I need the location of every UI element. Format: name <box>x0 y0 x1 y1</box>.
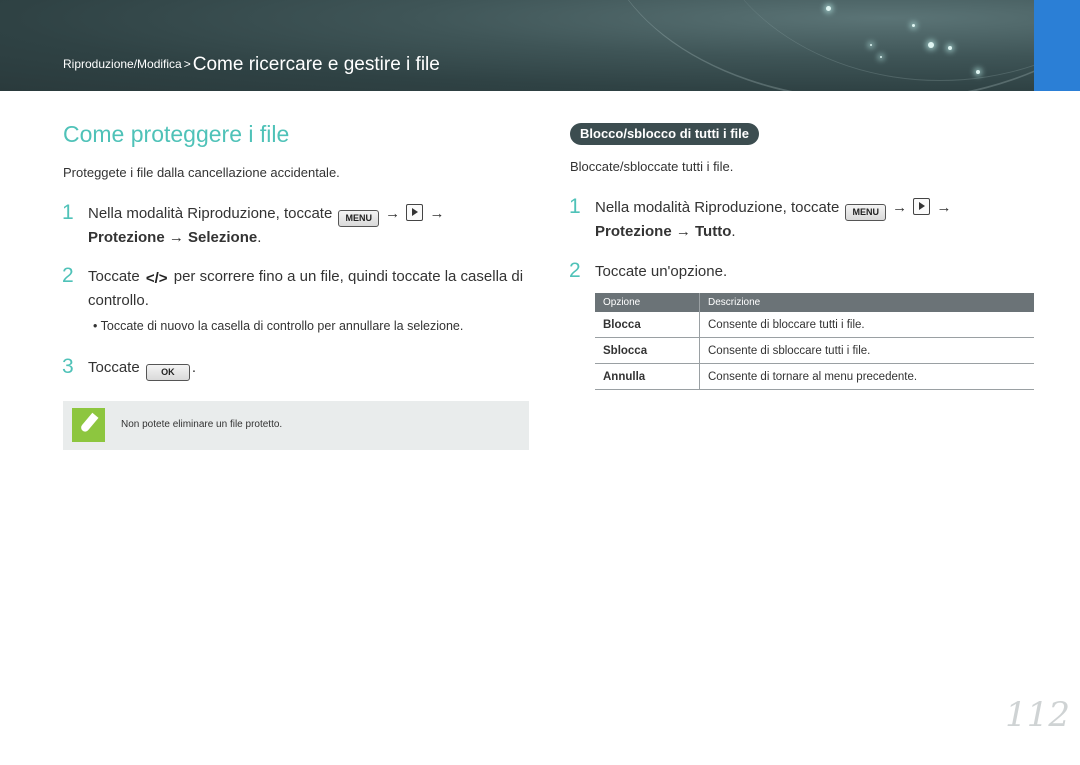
breadcrumb: Riproduzione/Modifica > Come ricercare e g… <box>63 54 440 76</box>
table-row: Annulla Consente di tornare al menu prec… <box>595 363 1034 390</box>
step-number: 3 <box>62 355 74 378</box>
banner-sparkle <box>948 46 952 50</box>
breadcrumb-title: Come ricercare e gestire i file <box>192 54 440 75</box>
section-title: Come proteggere i file <box>63 121 290 147</box>
playback-icon <box>406 204 424 221</box>
option-description: Consente di bloccare tutti i file. <box>699 312 1034 338</box>
ok-key-icon: OK <box>145 364 190 381</box>
option-name: Blocca <box>595 312 700 338</box>
note-pen-icon <box>72 408 105 442</box>
table-row: Blocca Consente di bloccare tutti i file… <box>595 312 1034 338</box>
table-row: Sblocca Consente di sbloccare tutti i fi… <box>595 337 1034 364</box>
arrow: → <box>385 205 401 222</box>
option-name: Sblocca <box>595 337 700 364</box>
menu-key-icon: MENU <box>338 210 379 227</box>
step-text: Toccate un'opzione. <box>595 263 728 280</box>
step-2: 2 Toccate un'opzione. <box>569 260 1035 283</box>
subsection-intro: Bloccate/sbloccate tutti i file. <box>570 159 734 174</box>
banner-sparkle <box>880 56 882 58</box>
arrow: → <box>936 199 952 216</box>
options-table: Opzione Descrizione Blocca Consente di b… <box>595 293 1034 390</box>
step-menu-path: Protezione → Selezione <box>88 229 258 246</box>
menu-key-icon: MENU <box>845 204 886 221</box>
step-2: 2 Toccate </> per scorrere fino a un fil… <box>62 265 528 312</box>
step-1: 1 Nella modalità Riproduzione, toccate M… <box>569 196 1035 243</box>
step-period: . <box>731 223 736 240</box>
option-description: Consente di sbloccare tutti i file. <box>699 337 1034 364</box>
step-1: 1 Nella modalità Riproduzione, toccate M… <box>62 202 528 249</box>
step-period: . <box>257 229 262 246</box>
step-number: 2 <box>62 264 74 287</box>
note-box: Non potete eliminare un file protetto. <box>63 401 529 450</box>
banner-sparkle <box>870 44 872 46</box>
step-number: 2 <box>569 259 581 282</box>
bullet-text: Toccate di nuovo la casella di controllo… <box>100 319 464 333</box>
table-header-row: Opzione Descrizione <box>595 293 1034 312</box>
step-number: 1 <box>569 195 581 218</box>
step-text: Toccate <box>88 268 140 285</box>
step-menu-path: Protezione → Tutto <box>595 223 732 240</box>
side-tab[interactable] <box>1034 0 1080 91</box>
step-text: Toccate <box>88 359 140 376</box>
left-right-nav-icon: </> <box>145 270 168 287</box>
breadcrumb-section[interactable]: Riproduzione/Modifica <box>63 57 182 71</box>
step-period: . <box>191 359 197 376</box>
playback-icon <box>913 198 931 215</box>
sub-bullet: • Toccate di nuovo la casella di control… <box>93 319 463 333</box>
header-banner: Riproduzione/Modifica > Come ricercare e g… <box>0 0 1080 91</box>
arrow: → <box>429 205 445 222</box>
banner-sparkle <box>928 42 934 48</box>
banner-sparkle <box>826 6 831 11</box>
arrow: → <box>892 199 908 216</box>
option-description: Consente di tornare al menu precedente. <box>699 363 1034 390</box>
step-3: 3 Toccate OK. <box>62 356 388 381</box>
column-header: Descrizione <box>699 293 1034 312</box>
note-text: Non potete eliminare un file protetto. <box>121 419 283 430</box>
step-number: 1 <box>62 201 74 224</box>
column-header: Opzione <box>595 293 700 312</box>
banner-sparkle <box>912 24 915 27</box>
step-text: Nella modalità Riproduzione, toccate <box>88 205 333 222</box>
page-number: 112 <box>1005 695 1070 735</box>
bullet-mark: • <box>93 319 98 333</box>
option-name: Annulla <box>595 363 700 390</box>
banner-sparkle <box>976 70 980 74</box>
step-text: Nella modalità Riproduzione, toccate <box>595 199 840 216</box>
breadcrumb-separator: > <box>183 57 191 71</box>
subsection-heading: Blocco/sblocco di tutti i file <box>570 123 760 145</box>
section-intro: Proteggete i file dalla cancellazione ac… <box>63 165 340 180</box>
